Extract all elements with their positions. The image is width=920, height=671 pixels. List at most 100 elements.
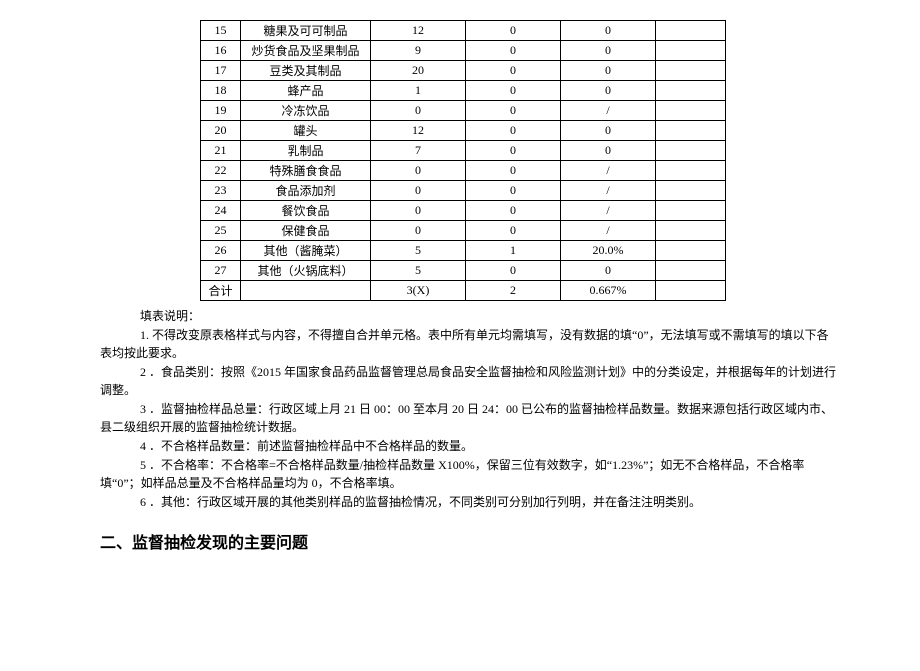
- cell-remark: [656, 261, 726, 281]
- cell-unqualified-rate: 0: [561, 61, 656, 81]
- table-row: 26其他（酱腌菜）5120.0%: [201, 241, 726, 261]
- cell-unqualified-rate: 20.0%: [561, 241, 656, 261]
- table-row: 22特殊膳食食品00/: [201, 161, 726, 181]
- cell-sample-count: 7: [371, 141, 466, 161]
- cell-unqualified-rate: 0: [561, 121, 656, 141]
- cell-index: 22: [201, 161, 241, 181]
- cell-sample-count: 0: [371, 201, 466, 221]
- cell-sample-count: 3(X): [371, 281, 466, 301]
- cell-remark: [656, 221, 726, 241]
- cell-unqualified-count: 0: [466, 181, 561, 201]
- data-table-wrapper: 15糖果及可可制品120016炒货食品及坚果制品90017豆类及其制品20001…: [200, 20, 920, 301]
- cell-unqualified-count: 0: [466, 201, 561, 221]
- cell-unqualified-count: 0: [466, 101, 561, 121]
- table-row: 27其他（火锅底料）500: [201, 261, 726, 281]
- cell-category: 其他（酱腌菜）: [241, 241, 371, 261]
- cell-category: 其他（火锅底料）: [241, 261, 371, 281]
- cell-sample-count: 5: [371, 261, 466, 281]
- table-row: 21乳制品700: [201, 141, 726, 161]
- cell-unqualified-rate: /: [561, 101, 656, 121]
- cell-index: 24: [201, 201, 241, 221]
- cell-unqualified-rate: /: [561, 161, 656, 181]
- cell-sample-count: 0: [371, 101, 466, 121]
- cell-sample-count: 0: [371, 221, 466, 241]
- cell-remark: [656, 161, 726, 181]
- table-row: 17豆类及其制品2000: [201, 61, 726, 81]
- table-row: 20罐头1200: [201, 121, 726, 141]
- cell-category: 乳制品: [241, 141, 371, 161]
- cell-sample-count: 1: [371, 81, 466, 101]
- cell-index: 16: [201, 41, 241, 61]
- table-row: 25保健食品00/: [201, 221, 726, 241]
- cell-remark: [656, 121, 726, 141]
- cell-sample-count: 12: [371, 121, 466, 141]
- cell-index: 合计: [201, 281, 241, 301]
- cell-category: 食品添加剂: [241, 181, 371, 201]
- cell-remark: [656, 21, 726, 41]
- cell-unqualified-count: 1: [466, 241, 561, 261]
- note-6: 6 ．其他：行政区域开展的其他类别样品的监督抽检情况，不同类别可分别加行列明，并…: [100, 493, 840, 511]
- note-1: 1. 不得改变原表格样式与内容，不得擅自合并单元格。表中所有单元均需填写，没有数…: [100, 326, 840, 362]
- cell-index: 27: [201, 261, 241, 281]
- cell-unqualified-count: 0: [466, 161, 561, 181]
- cell-sample-count: 20: [371, 61, 466, 81]
- notes-title: 填表说明：: [100, 307, 840, 325]
- cell-index: 25: [201, 221, 241, 241]
- cell-remark: [656, 281, 726, 301]
- cell-unqualified-count: 0: [466, 261, 561, 281]
- cell-remark: [656, 141, 726, 161]
- cell-unqualified-rate: 0.667%: [561, 281, 656, 301]
- cell-index: 23: [201, 181, 241, 201]
- cell-remark: [656, 201, 726, 221]
- cell-sample-count: 12: [371, 21, 466, 41]
- notes-section: 填表说明： 1. 不得改变原表格样式与内容，不得擅自合并单元格。表中所有单元均需…: [100, 307, 840, 511]
- cell-remark: [656, 81, 726, 101]
- cell-unqualified-rate: 0: [561, 141, 656, 161]
- cell-unqualified-count: 0: [466, 221, 561, 241]
- cell-unqualified-count: 0: [466, 61, 561, 81]
- cell-sample-count: 0: [371, 161, 466, 181]
- cell-category: 糖果及可可制品: [241, 21, 371, 41]
- cell-index: 20: [201, 121, 241, 141]
- cell-remark: [656, 61, 726, 81]
- cell-unqualified-rate: /: [561, 201, 656, 221]
- table-row: 15糖果及可可制品1200: [201, 21, 726, 41]
- cell-category: 保健食品: [241, 221, 371, 241]
- cell-unqualified-count: 0: [466, 121, 561, 141]
- cell-unqualified-rate: 0: [561, 21, 656, 41]
- cell-remark: [656, 41, 726, 61]
- cell-index: 19: [201, 101, 241, 121]
- table-row: 16炒货食品及坚果制品900: [201, 41, 726, 61]
- cell-category: [241, 281, 371, 301]
- cell-category: 餐饮食品: [241, 201, 371, 221]
- note-4: 4 ．不合格样品数量：前述监督抽检样品中不合格样品的数量。: [100, 437, 840, 455]
- cell-index: 15: [201, 21, 241, 41]
- cell-category: 罐头: [241, 121, 371, 141]
- cell-remark: [656, 241, 726, 261]
- cell-remark: [656, 181, 726, 201]
- cell-unqualified-rate: 0: [561, 41, 656, 61]
- cell-category: 蜂产品: [241, 81, 371, 101]
- cell-index: 21: [201, 141, 241, 161]
- cell-unqualified-count: 0: [466, 21, 561, 41]
- table-row: 19冷冻饮品00/: [201, 101, 726, 121]
- cell-unqualified-rate: 0: [561, 261, 656, 281]
- table-row: 23食品添加剂00/: [201, 181, 726, 201]
- cell-sample-count: 0: [371, 181, 466, 201]
- cell-remark: [656, 101, 726, 121]
- cell-category: 特殊膳食食品: [241, 161, 371, 181]
- cell-index: 17: [201, 61, 241, 81]
- cell-index: 18: [201, 81, 241, 101]
- table-row: 24餐饮食品00/: [201, 201, 726, 221]
- cell-category: 炒货食品及坚果制品: [241, 41, 371, 61]
- cell-unqualified-count: 2: [466, 281, 561, 301]
- cell-sample-count: 9: [371, 41, 466, 61]
- cell-unqualified-rate: /: [561, 221, 656, 241]
- cell-unqualified-rate: /: [561, 181, 656, 201]
- cell-unqualified-count: 0: [466, 41, 561, 61]
- note-2: 2 ．食品类别：按照《2015 年国家食品药品监督管理总局食品安全监督抽检和风险…: [100, 363, 840, 399]
- cell-sample-count: 5: [371, 241, 466, 261]
- table-row: 18蜂产品100: [201, 81, 726, 101]
- cell-unqualified-count: 0: [466, 141, 561, 161]
- section-heading-2: 二、监督抽检发现的主要问题: [100, 529, 920, 553]
